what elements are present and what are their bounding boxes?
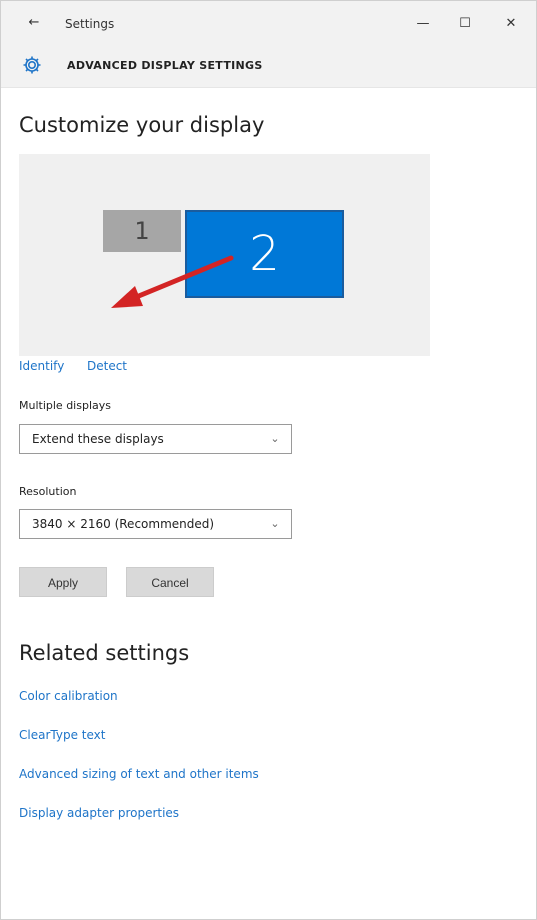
cleartype-text-link[interactable]: ClearType text <box>19 728 105 742</box>
display-adapter-properties-link[interactable]: Display adapter properties <box>19 806 179 820</box>
related-settings-heading: Related settings <box>19 641 190 665</box>
minimize-button[interactable]: — <box>411 14 435 34</box>
maximize-button[interactable]: ☐ <box>453 14 477 34</box>
back-arrow-icon[interactable]: ← <box>27 16 41 30</box>
customize-display-heading: Customize your display <box>19 113 265 137</box>
title-bar: ← Settings — ☐ ✕ <box>1 1 536 47</box>
cancel-button[interactable]: Cancel <box>126 567 214 597</box>
color-calibration-link[interactable]: Color calibration <box>19 689 118 703</box>
settings-window: ← Settings — ☐ ✕ ADVANCED DISPLAY SETTIN… <box>0 0 537 920</box>
close-button[interactable]: ✕ <box>499 14 523 34</box>
multiple-displays-dropdown[interactable]: Extend these displays ⌄ <box>19 424 292 454</box>
multiple-displays-value: Extend these displays <box>32 432 164 446</box>
detect-link[interactable]: Detect <box>87 359 127 373</box>
identify-link[interactable]: Identify <box>19 359 64 373</box>
page-header-bar: ADVANCED DISPLAY SETTINGS <box>1 47 536 88</box>
chevron-down-icon: ⌄ <box>270 517 280 530</box>
apply-button[interactable]: Apply <box>19 567 107 597</box>
monitor-1-label: 1 <box>134 217 150 245</box>
multiple-displays-label: Multiple displays <box>19 399 111 412</box>
display-arrangement-area[interactable]: 1 2 <box>19 154 430 356</box>
gear-icon <box>23 56 41 74</box>
resolution-value: 3840 × 2160 (Recommended) <box>32 517 215 531</box>
app-title: Settings <box>65 17 115 31</box>
resolution-dropdown[interactable]: 3840 × 2160 (Recommended) ⌄ <box>19 509 292 539</box>
chevron-down-icon: ⌄ <box>270 432 280 445</box>
page-title: ADVANCED DISPLAY SETTINGS <box>67 59 263 72</box>
red-arrow-annotation <box>111 255 234 308</box>
monitor-2-label: 2 <box>249 226 280 282</box>
resolution-label: Resolution <box>19 485 77 498</box>
advanced-sizing-link[interactable]: Advanced sizing of text and other items <box>19 767 259 781</box>
